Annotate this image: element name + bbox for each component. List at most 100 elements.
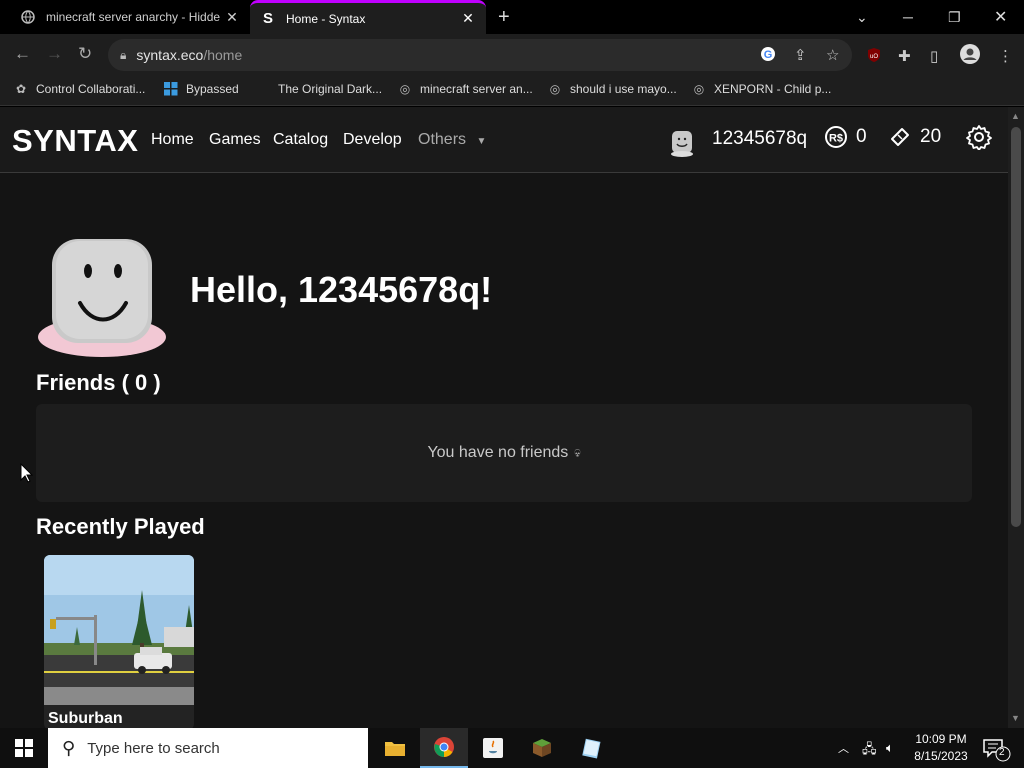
bookmarks-bar: ✿ Control Collaborati... Bypassed The Or…: [0, 76, 1024, 106]
syntax-favicon: S: [262, 10, 273, 27]
address-toolbar: ← → ↻ 🔒︎ syntax.eco/home G ⇪ ☆ uO ✚ ▯ ⋮: [0, 34, 1024, 76]
user-avatar-headshot[interactable]: [36, 237, 168, 359]
taskbar-minecraft[interactable]: [518, 728, 566, 768]
bookmark-label: minecraft server an...: [420, 82, 533, 96]
nav-others-dropdown[interactable]: Others ▼: [418, 131, 486, 149]
volume-icon[interactable]: 🔈︎: [886, 740, 894, 756]
network-icon[interactable]: 🖧︎: [862, 740, 877, 762]
reload-icon[interactable]: ↻: [78, 44, 92, 64]
back-icon[interactable]: ←: [14, 44, 31, 64]
side-panel-icon[interactable]: ▯: [930, 47, 938, 65]
bookmark-item[interactable]: ◎ minecraft server an...: [398, 82, 533, 96]
google-icon[interactable]: G: [760, 46, 776, 66]
kebab-menu-icon[interactable]: ⋮: [998, 47, 1013, 65]
extensions-puzzle-icon[interactable]: ✚: [898, 47, 911, 65]
nav-develop[interactable]: Develop: [343, 131, 402, 149]
action-center-button[interactable]: 2: [980, 734, 1014, 762]
tix-balance[interactable]: 20: [888, 125, 941, 149]
close-window-icon[interactable]: ✕: [994, 0, 1007, 34]
close-tab-icon[interactable]: ✕: [224, 9, 240, 26]
site-logo[interactable]: SYNTAX: [12, 123, 138, 159]
nav-home[interactable]: Home: [151, 131, 194, 149]
nav-games[interactable]: Games: [209, 131, 261, 149]
friends-heading: Friends ( 0 ): [36, 370, 161, 395]
minimize-icon[interactable]: ─: [903, 0, 913, 34]
svg-text:R$: R$: [829, 133, 843, 145]
tab-title: minecraft server anarchy - Hidde: [46, 10, 221, 24]
show-hidden-icons-chevron-icon[interactable]: ︿: [838, 740, 849, 756]
clock-time: 10:09 PM: [915, 732, 967, 746]
share-icon[interactable]: ⇪: [794, 46, 807, 64]
settings-gear-icon[interactable]: [966, 124, 992, 157]
bookmark-label: Bypassed: [186, 82, 239, 96]
tab-minecraft[interactable]: minecraft server anarchy - Hidde ✕: [10, 0, 250, 34]
caret-down-icon: ▼: [476, 136, 487, 147]
tab-syntax-home[interactable]: S Home - Syntax ✕: [250, 0, 486, 34]
globe-icon: ◎: [549, 82, 561, 96]
nav-others-label: Others: [418, 131, 467, 148]
nav-catalog[interactable]: Catalog: [273, 131, 328, 149]
bookmark-item[interactable]: ◎ should i use mayo...: [548, 82, 677, 96]
game-thumbnail: [44, 555, 194, 705]
bookmark-label: XENPORN - Child p...: [714, 82, 832, 96]
scrollbar-thumb[interactable]: [1011, 127, 1021, 527]
scroll-down-icon[interactable]: ▼: [1011, 713, 1020, 723]
start-button[interactable]: [0, 728, 48, 768]
bookmark-favicon-icon: ✿: [15, 82, 27, 96]
chrome-icon: [434, 737, 454, 757]
search-placeholder: Type here to search: [87, 739, 220, 757]
bookmark-item[interactable]: ✿ Control Collaborati...: [14, 82, 145, 96]
windows-taskbar: ⚲ Type here to search ︿ 🖧︎ 🔈︎ 10:09 PM 8…: [0, 728, 1024, 768]
game-card[interactable]: Suburban: [44, 555, 194, 728]
new-tab-icon[interactable]: +: [498, 6, 510, 29]
forward-icon[interactable]: →: [46, 44, 63, 64]
java-icon: [483, 738, 503, 758]
clock-date: 8/15/2023: [914, 749, 968, 763]
ticket-icon: [891, 128, 909, 146]
bookmark-item[interactable]: ◎ XENPORN - Child p...: [692, 82, 832, 96]
nav-username[interactable]: 12345678q: [712, 128, 807, 150]
mouse-cursor-icon: [20, 463, 34, 483]
taskbar-file-explorer[interactable]: [371, 728, 419, 768]
robux-balance[interactable]: R$ 0: [824, 125, 867, 149]
taskbar-chrome[interactable]: [420, 728, 468, 768]
bookmark-item[interactable]: The Original Dark...: [278, 82, 382, 96]
game-title: Suburban: [48, 710, 123, 727]
taskbar-java[interactable]: [469, 728, 517, 768]
friends-panel: You have no friends 💀︎: [36, 404, 972, 502]
page-content: SYNTAX Home Games Catalog Develop Others…: [0, 107, 1008, 728]
tix-count: 20: [920, 126, 942, 147]
bookmark-item[interactable]: Bypassed: [164, 82, 239, 96]
globe-icon: ◎: [693, 82, 705, 96]
folder-icon: [385, 742, 405, 756]
taskbar-notepad[interactable]: [567, 728, 615, 768]
address-bar[interactable]: 🔒︎ syntax.eco/home G ⇪ ☆: [108, 39, 852, 71]
greeting-heading: Hello, 12345678q!: [190, 269, 493, 310]
profile-icon[interactable]: [960, 44, 980, 68]
notification-count: 2: [999, 747, 1005, 758]
site-navbar: SYNTAX Home Games Catalog Develop Others…: [0, 107, 1008, 173]
user-avatar-thumbnail[interactable]: [668, 129, 696, 157]
notepad-icon: [582, 738, 601, 759]
lock-icon[interactable]: 🔒︎: [120, 48, 126, 63]
close-tab-icon[interactable]: ✕: [460, 10, 476, 27]
minecraft-grass-block-icon: [533, 739, 551, 757]
url-text[interactable]: syntax.eco/home: [136, 47, 242, 63]
bookmark-label: Control Collaborati...: [36, 82, 146, 96]
restore-icon[interactable]: ❐: [948, 0, 961, 34]
tab-search-chevron-icon[interactable]: ⌄: [856, 0, 868, 34]
bookmark-star-icon[interactable]: ☆: [826, 46, 839, 64]
globe-icon: ◎: [399, 82, 411, 96]
scroll-up-icon[interactable]: ▲: [1011, 111, 1020, 121]
svg-text:G: G: [764, 49, 773, 61]
recently-played-heading: Recently Played: [36, 514, 205, 539]
taskbar-search-box[interactable]: ⚲ Type here to search: [48, 728, 368, 768]
no-friends-text: You have no friends: [427, 444, 569, 461]
page-scrollbar[interactable]: ▲ ▼: [1008, 107, 1024, 728]
svg-text:uO: uO: [870, 54, 878, 60]
robux-icon: R$: [825, 126, 847, 148]
globe-icon: [20, 9, 36, 25]
skull-emoji-icon: 💀︎: [574, 445, 581, 460]
taskbar-clock[interactable]: 10:09 PM 8/15/2023: [910, 731, 972, 765]
ublock-icon[interactable]: uO: [866, 47, 882, 67]
